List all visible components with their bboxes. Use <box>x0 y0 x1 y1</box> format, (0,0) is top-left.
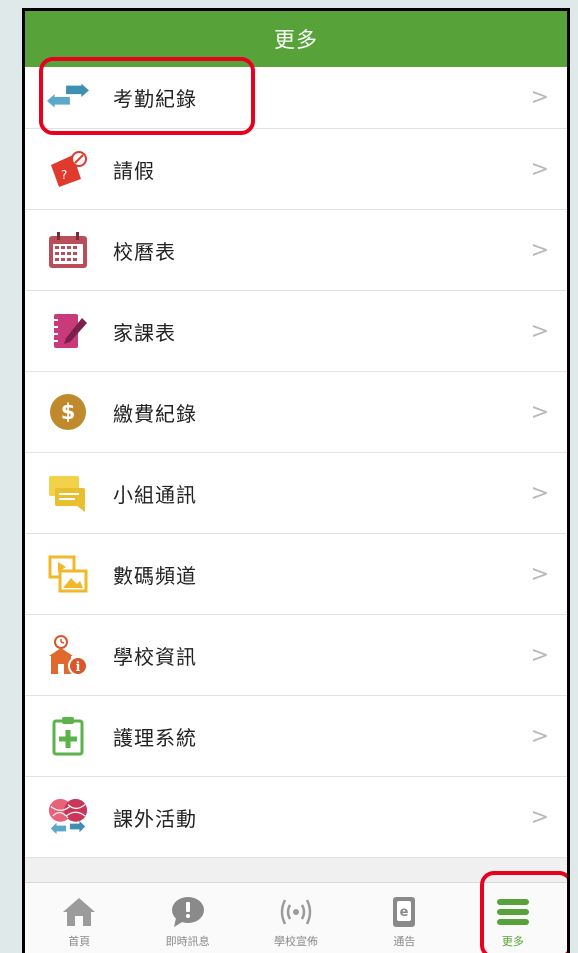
menu-item-extracurricular[interactable]: 課外活動 > <box>25 777 567 858</box>
notice-icon: e <box>389 893 419 931</box>
dollar-coin-icon: $ <box>47 391 89 433</box>
instant-message-icon <box>170 893 206 931</box>
tab-label: 學校宣佈 <box>274 935 319 948</box>
chevron-right-icon: > <box>530 561 549 587</box>
menu-item-label: 請假 <box>113 158 155 183</box>
chevron-right-icon: > <box>530 480 549 506</box>
more-menu-icon <box>495 893 531 931</box>
menu-item-attendance[interactable]: 考勤紀錄 > <box>25 67 567 129</box>
menu-item-nursing-system[interactable]: 護理系統 > <box>25 696 567 777</box>
svg-text:?: ? <box>61 168 67 182</box>
menu-item-label: 家課表 <box>113 320 176 345</box>
chevron-right-icon: > <box>530 85 549 110</box>
chevron-right-icon: > <box>530 642 549 668</box>
page-title: 更多 <box>274 28 318 52</box>
tab-label: 通告 <box>393 935 416 948</box>
chevron-right-icon: > <box>530 804 549 830</box>
tab-home[interactable]: 首頁 <box>25 883 133 953</box>
chevron-right-icon: > <box>530 399 549 425</box>
menu-item-school-calendar[interactable]: 校曆表 > <box>25 210 567 291</box>
broadcast-icon <box>278 893 314 931</box>
tab-school-announcement[interactable]: 學校宣佈 <box>242 883 350 953</box>
svg-text:$: $ <box>61 400 76 424</box>
tab-label: 即時訊息 <box>165 935 210 948</box>
more-menu-list: 考勤紀錄 > ? 請假 > 校曆表 > 家課表 > $ 繳費紀錄 > 小組通訊 … <box>25 67 567 907</box>
tab-instant-message[interactable]: 即時訊息 <box>133 883 241 953</box>
svg-text:e: e <box>400 905 409 920</box>
homework-notebook-icon <box>47 310 89 352</box>
chevron-right-icon: > <box>530 156 549 182</box>
digital-channel-icon <box>47 553 89 595</box>
chevron-right-icon: > <box>530 723 549 749</box>
tab-notice[interactable]: e 通告 <box>350 883 458 953</box>
phone-screen: 更多 考勤紀錄 > ? 請假 > 校曆表 > 家課表 > $ 繳費紀錄 > 小組… <box>22 8 570 953</box>
nursing-clipboard-icon <box>47 715 89 757</box>
tab-label: 首頁 <box>68 935 91 948</box>
menu-item-label: 繳費紀錄 <box>113 401 197 426</box>
home-icon <box>61 893 97 931</box>
menu-item-label: 課外活動 <box>113 806 197 831</box>
menu-item-digital-channel[interactable]: 數碼頻道 > <box>25 534 567 615</box>
menu-item-label: 小組通訊 <box>113 482 197 507</box>
menu-item-label: 數碼頻道 <box>113 563 197 588</box>
bottom-tab-bar: 首頁 即時訊息 學校宣佈 e 通告 更多 <box>25 882 567 953</box>
menu-item-label: 考勤紀錄 <box>113 87 197 111</box>
menu-item-label: 護理系統 <box>113 725 197 750</box>
svg-text:i: i <box>76 660 81 675</box>
menu-item-group-messaging[interactable]: 小組通訊 > <box>25 453 567 534</box>
attendance-arrows-icon <box>47 77 89 119</box>
app-header: 更多 <box>25 11 567 67</box>
tab-label: 更多 <box>501 935 524 948</box>
chat-bubbles-icon <box>47 472 89 514</box>
chevron-right-icon: > <box>530 318 549 344</box>
menu-item-leave[interactable]: ? 請假 > <box>25 129 567 210</box>
tab-more[interactable]: 更多 <box>459 883 567 953</box>
menu-item-label: 學校資訊 <box>113 644 197 669</box>
leave-ticket-icon: ? <box>47 148 89 190</box>
menu-item-school-info[interactable]: i 學校資訊 > <box>25 615 567 696</box>
activity-balls-icon <box>47 796 89 838</box>
chevron-right-icon: > <box>530 237 549 263</box>
menu-item-homework[interactable]: 家課表 > <box>25 291 567 372</box>
menu-item-label: 校曆表 <box>113 239 176 264</box>
calendar-icon <box>47 229 89 271</box>
school-info-icon: i <box>47 634 89 676</box>
menu-item-payment-records[interactable]: $ 繳費紀錄 > <box>25 372 567 453</box>
